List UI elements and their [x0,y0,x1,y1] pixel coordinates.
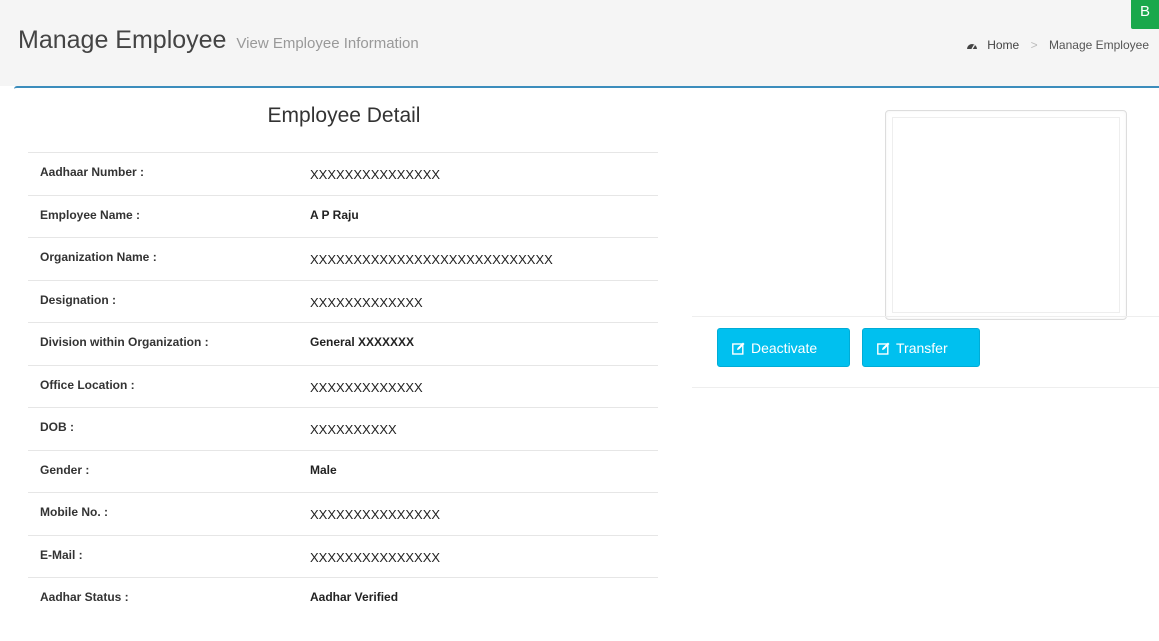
row-label: DOB : [40,420,74,434]
row-value: XXXXXXXXXXXXXXX [310,167,441,182]
row-value: XXXXXXXXXXXXX [310,379,423,395]
table-row: Aadhaar Number : XXXXXXXXXXXXXXX [28,152,658,195]
breadcrumb: Home > Manage Employee [966,38,1149,52]
transfer-button[interactable]: Transfer [862,328,980,367]
edit-icon [877,342,890,355]
table-row: Office Location : XXXXXXXXXXXXX [28,364,658,408]
row-label: Aadhaar Number : [40,165,145,179]
transfer-label: Transfer [896,340,948,356]
page-title: Manage Employee View Employee Informatio… [18,26,419,55]
row-value: XXXXXXXXXXXXXXXXXXXXXXXXXXXX [310,252,553,267]
row-value: XXXXXXXXXXXXXXX [310,549,441,565]
employee-photo [885,110,1127,320]
detail-title: Employee Detail [267,104,421,127]
breadcrumb-separator: > [1030,38,1038,52]
breadcrumb-current: Manage Employee [1048,38,1149,52]
row-label: E-Mail : [40,547,83,562]
row-value: Aadhar Verified [310,590,399,604]
dashboard-icon [966,44,977,50]
deactivate-label: Deactivate [751,340,818,356]
row-value: XXXXXXXXXXXXX [310,294,423,310]
row-value: XXXXXXXXXXXXXXX [310,507,441,522]
row-value: XXXXXXXXXX [310,422,397,437]
page-subtitle: View Employee Information [236,35,419,52]
row-label: Division within Organization : [40,335,209,349]
table-row: Aadhar Status : Aadhar Verified [28,577,658,620]
table-row: Designation : XXXXXXXXXXXXX [28,279,658,323]
row-label: Employee Name : [40,207,141,222]
detail-table: Aadhaar Number : XXXXXXXXXXXXXXX Employe… [28,152,658,620]
table-row: Gender : Male [28,449,658,493]
corner-button[interactable]: B [1131,0,1159,29]
employee-detail-box: Employee Detail Aadhaar Number : XXXXXXX… [14,86,1159,641]
row-value: Male [310,462,337,477]
photo-frame [892,117,1120,313]
row-label: Gender : [40,462,90,477]
row-value: A P Raju [310,207,359,222]
table-row: Mobile No. : XXXXXXXXXXXXXXX [28,492,658,535]
table-row: E-Mail : XXXXXXXXXXXXXXX [28,534,658,578]
table-row: Division within Organization : General X… [28,322,658,365]
edit-icon [732,342,745,355]
content-header: Manage Employee View Employee Informatio… [0,0,1159,86]
row-label: Aadhar Status : [40,590,129,604]
deactivate-button[interactable]: Deactivate [717,328,850,367]
row-label: Organization Name : [40,250,157,264]
row-label: Designation : [40,292,117,307]
breadcrumb-home-link[interactable]: Home [987,38,1019,52]
table-row: Organization Name : XXXXXXXXXXXXXXXXXXXX… [28,237,658,280]
row-value: General XXXXXXX [310,335,415,349]
table-row: Employee Name : A P Raju [28,194,658,238]
row-label: Office Location : [40,377,135,392]
page-title-text: Manage Employee [18,26,227,54]
row-label: Mobile No. : [40,505,108,519]
table-row: DOB : XXXXXXXXXX [28,407,658,450]
